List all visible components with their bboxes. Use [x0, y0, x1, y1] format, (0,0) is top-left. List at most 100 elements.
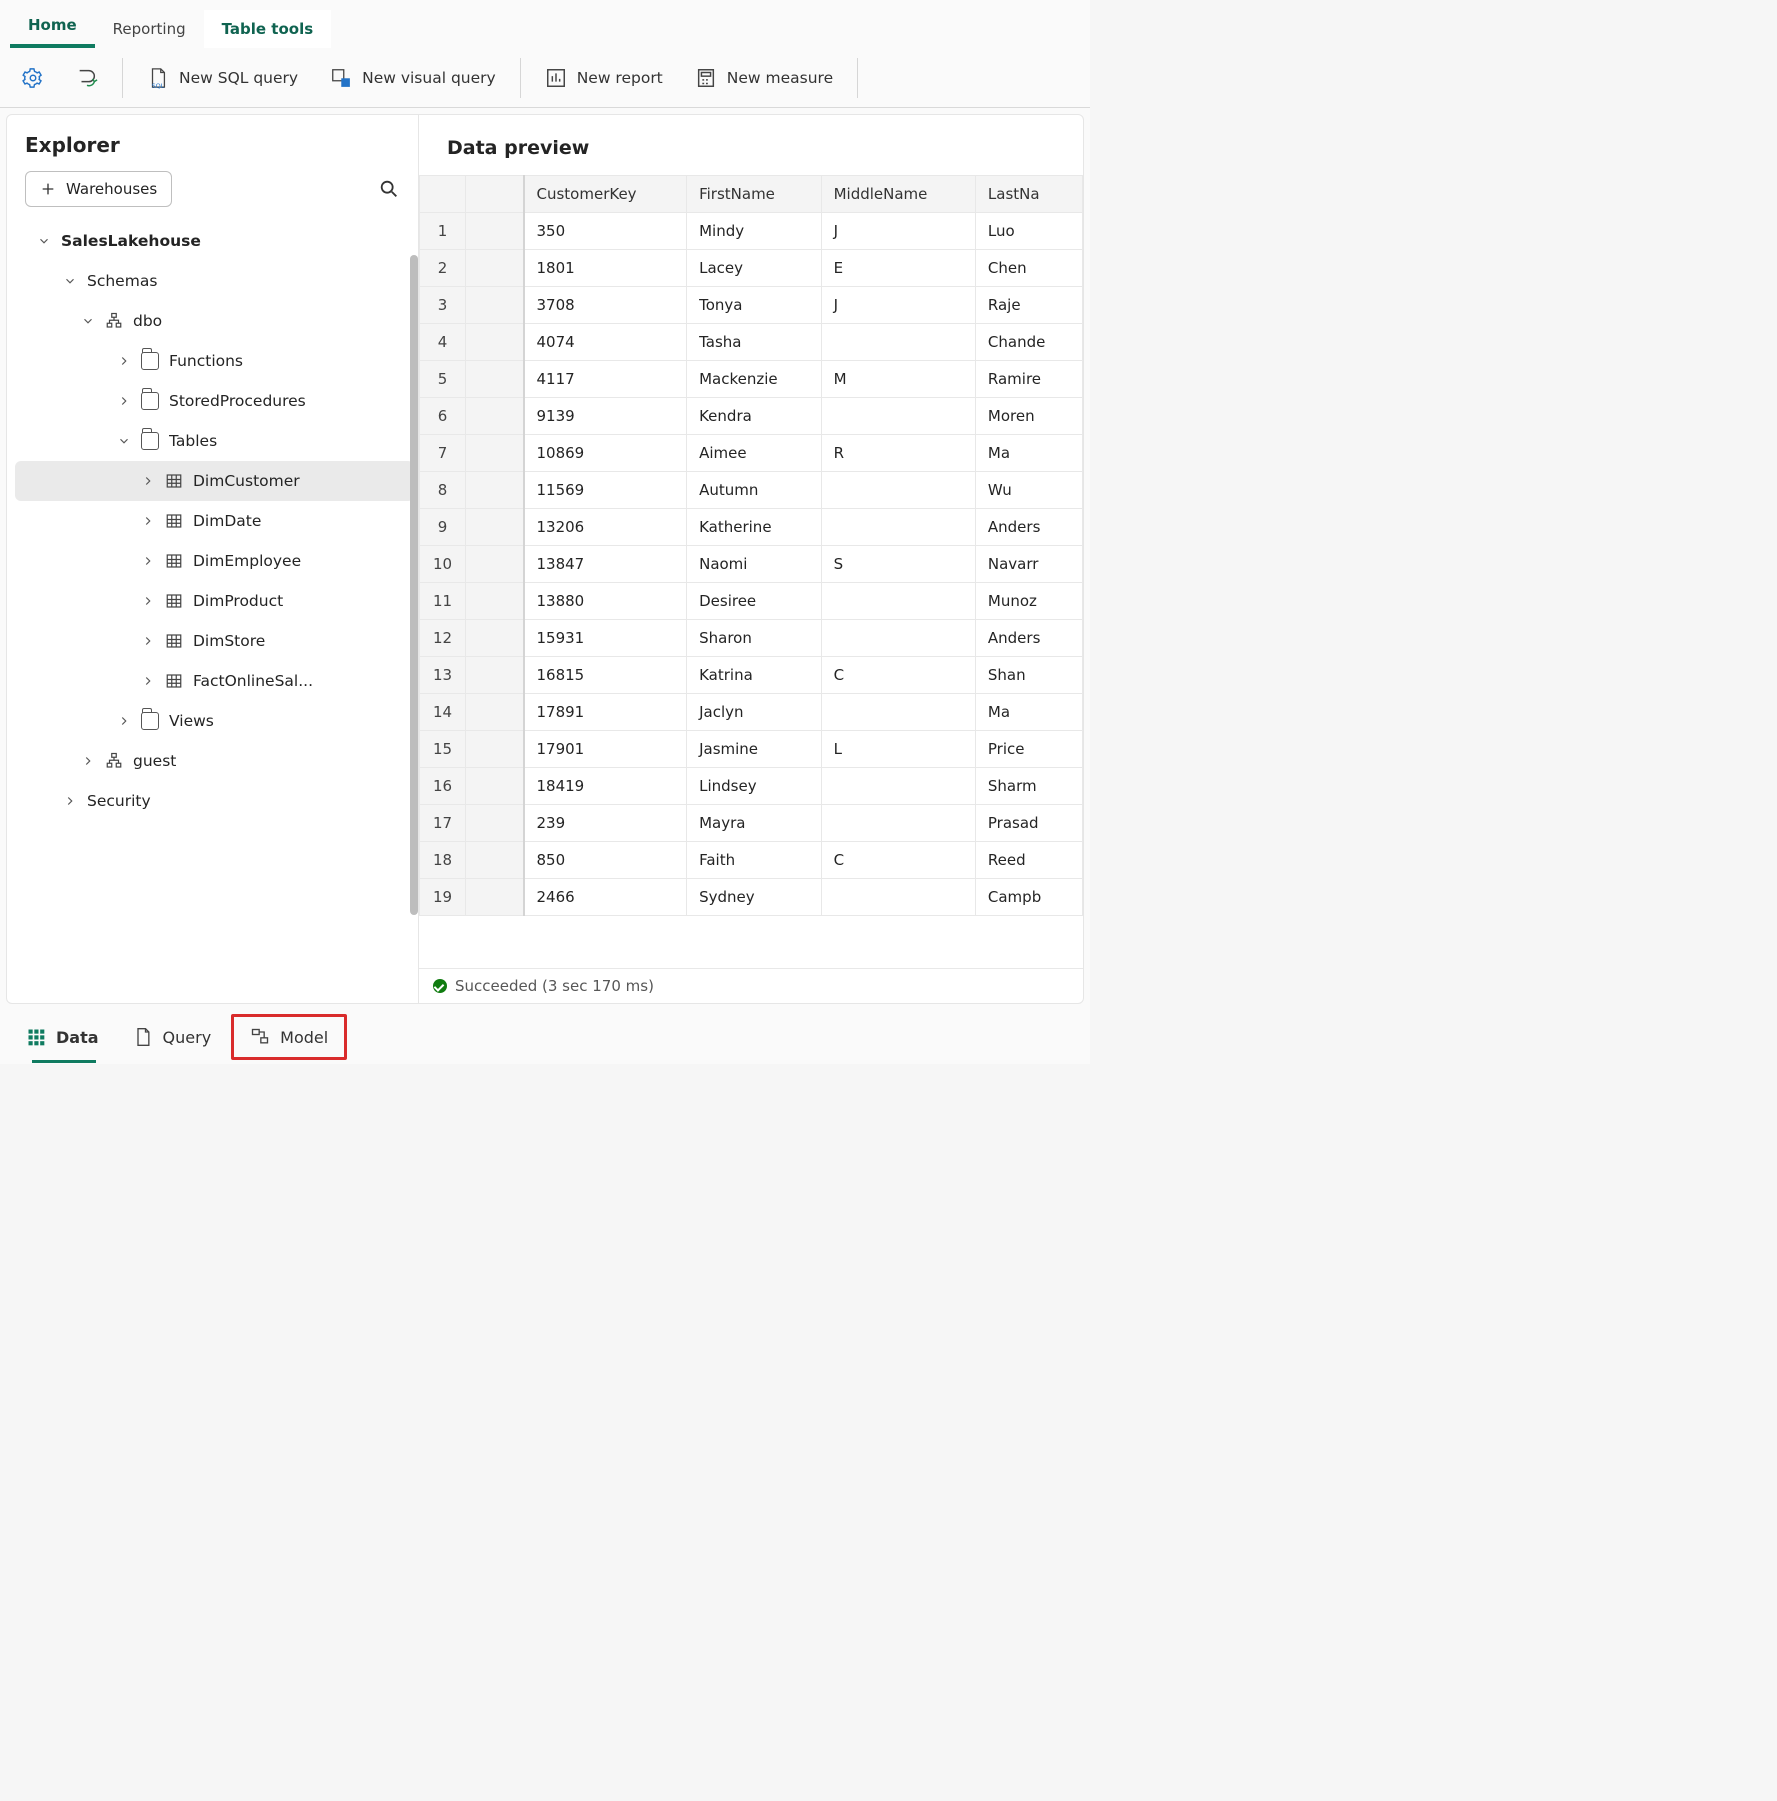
table-cell[interactable]: 12 — [420, 620, 466, 657]
new-visual-query-button[interactable]: New visual query — [316, 59, 510, 97]
table-cell[interactable]: Ma — [975, 435, 1082, 472]
table-cell[interactable]: 5 — [420, 361, 466, 398]
table-cell[interactable]: C — [821, 657, 975, 694]
table-row[interactable]: 13 16815KatrinaCShan — [420, 657, 1083, 694]
table-cell[interactable]: Moren — [975, 398, 1082, 435]
table-cell[interactable] — [466, 361, 524, 398]
table-cell[interactable]: Jasmine — [687, 731, 821, 768]
table-cell[interactable]: 10869 — [524, 435, 687, 472]
table-cell[interactable] — [466, 805, 524, 842]
column-header[interactable] — [466, 176, 524, 213]
table-row[interactable]: 1618419LindseySharm — [420, 768, 1083, 805]
tree-node-functions[interactable]: Functions — [15, 341, 414, 381]
refresh-button[interactable] — [62, 59, 112, 97]
settings-button[interactable] — [8, 59, 58, 97]
table-cell[interactable]: Autumn — [687, 472, 821, 509]
table-cell[interactable] — [821, 620, 975, 657]
table-row[interactable]: 44074TashaChande — [420, 324, 1083, 361]
table-cell[interactable]: 850 — [524, 842, 687, 879]
table-cell[interactable]: 1 — [420, 213, 466, 250]
table-cell[interactable]: Shan — [975, 657, 1082, 694]
table-row[interactable]: 1113880DesireeMunoz — [420, 583, 1083, 620]
table-row[interactable]: 2 1801LaceyEChen — [420, 250, 1083, 287]
table-cell[interactable]: Katherine — [687, 509, 821, 546]
column-header[interactable]: MiddleName — [821, 176, 975, 213]
table-cell[interactable]: 2 — [420, 250, 466, 287]
tree-node-dimdate[interactable]: DimDate — [15, 501, 414, 541]
table-cell[interactable] — [821, 398, 975, 435]
tree-node-saleslakehouse[interactable]: SalesLakehouse — [15, 221, 414, 261]
table-cell[interactable]: 17 — [420, 805, 466, 842]
table-cell[interactable]: Luo — [975, 213, 1082, 250]
table-cell[interactable] — [466, 435, 524, 472]
bottom-tab-model[interactable]: Model — [236, 1019, 342, 1055]
table-cell[interactable]: 2466 — [524, 879, 687, 916]
table-cell[interactable] — [821, 879, 975, 916]
table-cell[interactable] — [466, 879, 524, 916]
table-cell[interactable]: Chen — [975, 250, 1082, 287]
table-cell[interactable]: Desiree — [687, 583, 821, 620]
table-cell[interactable]: Wu — [975, 472, 1082, 509]
table-cell[interactable] — [466, 509, 524, 546]
table-cell[interactable]: 13847 — [524, 546, 687, 583]
table-row[interactable]: 710869AimeeRMa — [420, 435, 1083, 472]
table-cell[interactable] — [466, 694, 524, 731]
table-cell[interactable]: Aimee — [687, 435, 821, 472]
search-icon[interactable] — [378, 178, 400, 200]
table-row[interactable]: 1215931SharonAnders — [420, 620, 1083, 657]
table-cell[interactable]: 16815 — [524, 657, 687, 694]
new-report-button[interactable]: New report — [531, 59, 677, 97]
tab-table-tools[interactable]: Table tools — [204, 10, 332, 48]
table-cell[interactable]: Mackenzie — [687, 361, 821, 398]
tree-node-dimcustomer[interactable]: DimCustomer — [15, 461, 414, 501]
table-cell[interactable] — [821, 583, 975, 620]
table-cell[interactable] — [466, 472, 524, 509]
table-row[interactable]: 18850FaithCReed — [420, 842, 1083, 879]
table-row[interactable]: 192466SydneyCampb — [420, 879, 1083, 916]
tree-node-security[interactable]: Security — [15, 781, 414, 821]
table-cell[interactable]: Naomi — [687, 546, 821, 583]
add-warehouse-button[interactable]: Warehouses — [25, 171, 172, 207]
table-cell[interactable]: 350 — [524, 213, 687, 250]
table-cell[interactable]: Lacey — [687, 250, 821, 287]
table-cell[interactable] — [821, 805, 975, 842]
tree-node-schemas[interactable]: Schemas — [15, 261, 414, 301]
table-cell[interactable] — [466, 768, 524, 805]
tree-node-dimproduct[interactable]: DimProduct — [15, 581, 414, 621]
column-header[interactable]: CustomerKey — [524, 176, 687, 213]
table-cell[interactable]: 13 — [420, 657, 466, 694]
table-cell[interactable]: Munoz — [975, 583, 1082, 620]
table-cell[interactable]: Anders — [975, 620, 1082, 657]
table-cell[interactable]: 19 — [420, 879, 466, 916]
tree-node-factonlinesales[interactable]: FactOnlineSal... — [15, 661, 414, 701]
table-cell[interactable]: Sharon — [687, 620, 821, 657]
column-header[interactable]: LastNa — [975, 176, 1082, 213]
table-row[interactable]: 1013847NaomiSNavarr — [420, 546, 1083, 583]
table-cell[interactable]: 13206 — [524, 509, 687, 546]
table-cell[interactable] — [466, 546, 524, 583]
table-cell[interactable] — [821, 768, 975, 805]
table-cell[interactable]: Chande — [975, 324, 1082, 361]
table-cell[interactable]: 1801 — [524, 250, 687, 287]
table-cell[interactable]: Reed — [975, 842, 1082, 879]
table-cell[interactable]: 6 — [420, 398, 466, 435]
table-cell[interactable]: 9139 — [524, 398, 687, 435]
table-cell[interactable]: Mayra — [687, 805, 821, 842]
table-cell[interactable]: Ma — [975, 694, 1082, 731]
table-cell[interactable]: 15 — [420, 731, 466, 768]
tree-node-dimstore[interactable]: DimStore — [15, 621, 414, 661]
table-row[interactable]: 54117MackenzieMRamire — [420, 361, 1083, 398]
table-cell[interactable]: Price — [975, 731, 1082, 768]
table-cell[interactable] — [466, 620, 524, 657]
table-row[interactable]: 17239MayraPrasad — [420, 805, 1083, 842]
tab-reporting[interactable]: Reporting — [95, 10, 204, 48]
table-cell[interactable]: Katrina — [687, 657, 821, 694]
table-cell[interactable]: 3 — [420, 287, 466, 324]
table-cell[interactable]: Campb — [975, 879, 1082, 916]
table-cell[interactable]: 13880 — [524, 583, 687, 620]
tree-node-storedprocedures[interactable]: StoredProcedures — [15, 381, 414, 421]
table-cell[interactable]: E — [821, 250, 975, 287]
table-cell[interactable]: J — [821, 213, 975, 250]
table-cell[interactable]: 239 — [524, 805, 687, 842]
data-preview-table[interactable]: CustomerKeyFirstNameMiddleNameLastNa 135… — [419, 175, 1083, 916]
